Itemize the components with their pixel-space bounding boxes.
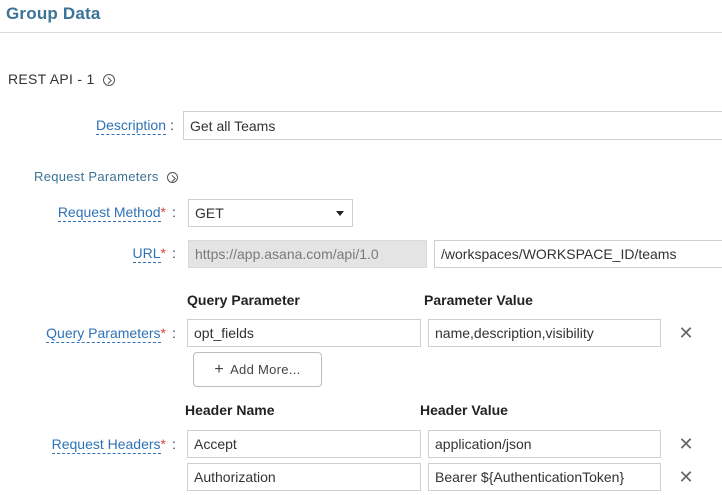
- url-label[interactable]: URL*: [132, 245, 166, 263]
- caret-down-icon: [336, 211, 344, 216]
- header-divider: [0, 32, 722, 33]
- description-field[interactable]: Get all Teams: [183, 111, 722, 140]
- close-icon[interactable]: ✕: [676, 323, 696, 343]
- add-more-button[interactable]: + Add More...: [193, 352, 322, 387]
- close-icon[interactable]: ✕: [676, 434, 696, 454]
- query-parameters-colon: :: [172, 325, 176, 341]
- section-title: REST API - 1: [8, 71, 95, 87]
- request-headers-label[interactable]: Request Headers*: [51, 436, 166, 454]
- page-title: Group Data: [6, 4, 101, 23]
- request-method-colon: :: [172, 204, 176, 220]
- add-more-label: Add More...: [230, 362, 301, 377]
- header-name-field[interactable]: Accept: [187, 430, 421, 458]
- query-parameter-value-field[interactable]: name,description,visibility: [428, 319, 661, 347]
- plus-icon: +: [214, 360, 225, 378]
- url-path-field[interactable]: /workspaces/WORKSPACE_ID/teams: [434, 240, 722, 268]
- description-label[interactable]: Description: [95, 117, 166, 135]
- request-method-value: GET: [195, 205, 224, 221]
- description-colon: :: [170, 117, 174, 133]
- request-headers-colon: :: [172, 436, 176, 452]
- request-method-label[interactable]: Request Method*: [57, 204, 166, 222]
- chevron-circle-icon[interactable]: [102, 74, 115, 87]
- query-parameters-label[interactable]: Query Parameters*: [46, 325, 166, 343]
- chevron-circle-icon[interactable]: [166, 172, 178, 184]
- close-icon[interactable]: ✕: [676, 467, 696, 487]
- section-header[interactable]: REST API - 1: [8, 71, 115, 87]
- parameter-value-column-header: Parameter Value: [424, 292, 533, 308]
- header-value-field[interactable]: application/json: [428, 430, 661, 458]
- url-base-field: https://app.asana.com/api/1.0: [188, 240, 427, 268]
- request-parameters-header[interactable]: Request Parameters: [34, 169, 178, 184]
- header-value-column-header: Header Value: [420, 402, 508, 418]
- request-parameters-title: Request Parameters: [34, 169, 159, 184]
- header-value-field[interactable]: Bearer ${AuthenticationToken}: [428, 463, 661, 491]
- request-method-select[interactable]: GET: [188, 199, 353, 227]
- query-parameter-column-header: Query Parameter: [187, 292, 300, 308]
- header-name-field[interactable]: Authorization: [187, 463, 421, 491]
- url-colon: :: [172, 245, 176, 261]
- query-parameter-name-field[interactable]: opt_fields: [187, 319, 421, 347]
- header-name-column-header: Header Name: [185, 402, 275, 418]
